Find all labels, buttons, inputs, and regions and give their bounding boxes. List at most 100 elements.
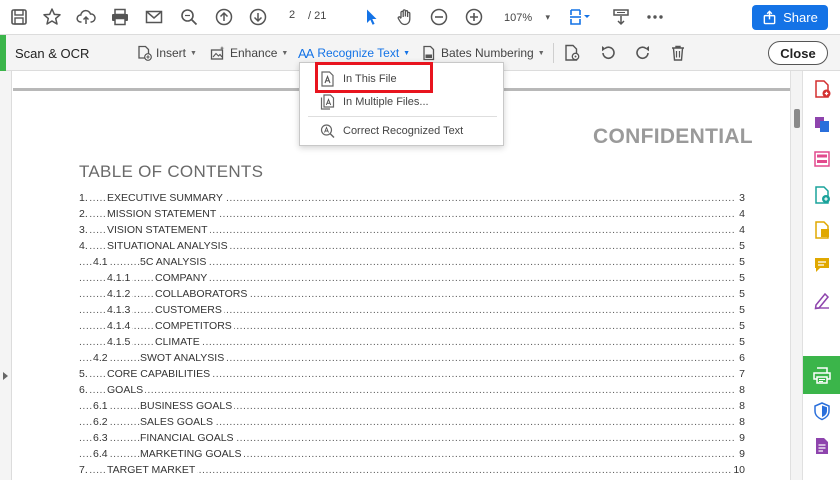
page-down-icon[interactable] <box>247 6 269 28</box>
toc-entry-page: 5 <box>737 304 745 316</box>
print-icon[interactable] <box>109 6 131 28</box>
toc-entry-number: 4.1.1 <box>107 272 133 284</box>
toc-entry-page: 5 <box>737 272 745 284</box>
toc-entry-title: SWOT ANALYSIS <box>140 352 227 364</box>
hand-icon[interactable] <box>394 6 416 28</box>
toc-entry-page: 8 <box>737 416 745 428</box>
organize-pages-icon[interactable] <box>811 113 833 135</box>
vertical-scrollbar[interactable] <box>790 71 802 480</box>
chevron-down-icon: ▼ <box>281 49 289 57</box>
insert-page-icon <box>138 45 152 61</box>
toc-entry-page: 4 <box>737 224 745 236</box>
insert-label: Insert <box>156 46 187 60</box>
scrollbar-thumb[interactable] <box>794 109 800 128</box>
toc-entry[interactable]: ........................................… <box>79 416 745 430</box>
chevron-down-icon: ▾ <box>545 12 550 22</box>
toc-entry[interactable]: ........................................… <box>79 336 745 350</box>
toc-entry[interactable]: ........................................… <box>79 432 745 446</box>
share-label: Share <box>783 10 818 25</box>
toc-entry-number: 6.4 <box>93 448 110 460</box>
create-pdf-icon[interactable] <box>811 184 833 206</box>
toc-entry-title: MISSION STATEMENT <box>107 208 219 220</box>
toc-entry-number: 5. <box>79 368 90 380</box>
toc-entry-number: 4.2 <box>93 352 110 364</box>
cloud-upload-icon[interactable] <box>75 6 97 28</box>
toc-entry[interactable]: ........................................… <box>79 192 745 206</box>
toc-entry-page: 5 <box>737 320 745 332</box>
toc-title: TABLE OF CONTENTS <box>79 162 264 181</box>
toc-entry[interactable]: ........................................… <box>79 320 745 334</box>
toc-entry[interactable]: ........................................… <box>79 352 745 366</box>
edit-pdf-icon[interactable] <box>811 148 833 170</box>
toc-entry-page: 3 <box>737 192 745 204</box>
scan-ocr-icon[interactable] <box>811 364 833 386</box>
bates-numbering-menu[interactable]: Bates Numbering ▼ <box>421 44 545 62</box>
toc-entry[interactable]: ........................................… <box>79 464 745 478</box>
more-icon[interactable] <box>644 6 666 28</box>
rotate-left-icon[interactable] <box>598 43 618 63</box>
page-number-input[interactable]: 2 <box>281 9 303 26</box>
chevron-down-icon: ▼ <box>403 49 411 57</box>
zoom-select[interactable]: 107% ▾ <box>496 8 554 27</box>
enhance-label: Enhance <box>230 46 278 60</box>
close-button[interactable]: Close <box>768 41 828 65</box>
toc-entry[interactable]: ........................................… <box>79 400 745 414</box>
toc-entry-page: 9 <box>737 432 745 444</box>
rotate-right-icon[interactable] <box>633 43 653 63</box>
search-icon[interactable] <box>178 6 200 28</box>
share-button[interactable]: Share <box>752 5 828 30</box>
toc-entry-number: 6. <box>79 384 90 396</box>
toc-entry[interactable]: ........................................… <box>79 272 745 286</box>
recognize-text-icon: AA <box>298 45 314 61</box>
toc-entry-page: 5 <box>737 288 745 300</box>
toc-entry-title: 5C ANALYSIS <box>140 256 209 268</box>
select-cursor-icon[interactable] <box>360 6 382 28</box>
recognize-text-label: Recognize Text <box>317 46 400 60</box>
toc-entry[interactable]: ........................................… <box>79 448 745 462</box>
toc-entry[interactable]: ........................................… <box>79 288 745 302</box>
toc-entry[interactable]: ........................................… <box>79 224 745 238</box>
toc-entry-title: SITUATIONAL ANALYSIS <box>107 240 230 252</box>
expand-left-panel-icon[interactable] <box>3 372 8 380</box>
scroll-mode-icon[interactable] <box>610 6 632 28</box>
zoom-in-icon[interactable] <box>463 6 485 28</box>
toolbar-divider <box>553 43 554 63</box>
email-icon[interactable] <box>143 6 165 28</box>
toc-entry-page: 8 <box>737 400 745 412</box>
toc-entry[interactable]: ........................................… <box>79 240 745 254</box>
zoom-out-icon[interactable] <box>428 6 450 28</box>
toc-entry-page: 5 <box>737 336 745 348</box>
export-pdf-icon[interactable] <box>811 78 833 100</box>
more-tools-icon[interactable] <box>811 435 833 457</box>
fill-sign-icon[interactable] <box>811 219 833 241</box>
toc-entry[interactable]: ........................................… <box>79 304 745 318</box>
save-icon[interactable] <box>8 6 30 28</box>
toc-entry-page: 5 <box>737 256 745 268</box>
page-settings-icon[interactable] <box>562 43 582 63</box>
toc-entry-page: 6 <box>737 352 745 364</box>
request-signature-icon[interactable] <box>811 289 833 311</box>
toc-entry-number: 4. <box>79 240 90 252</box>
menu-item-in-multiple-files[interactable]: In Multiple Files... <box>300 91 503 113</box>
fit-page-icon[interactable] <box>566 6 594 28</box>
page-up-icon[interactable] <box>213 6 235 28</box>
bates-numbering-icon <box>423 45 435 61</box>
recognize-text-menu[interactable]: AA Recognize Text ▼ <box>298 44 410 62</box>
toc-entry-number: 6.3 <box>93 432 110 444</box>
toc-entry[interactable]: ........................................… <box>79 208 745 222</box>
protect-icon[interactable] <box>811 400 833 422</box>
menu-item-correct-recognized-text[interactable]: Correct Recognized Text <box>300 120 503 142</box>
toc-entry-title: COMPETITORS <box>155 320 234 332</box>
toc-entry[interactable]: ........................................… <box>79 368 745 382</box>
toc-entry-number: 4.1.5 <box>107 336 133 348</box>
comment-icon[interactable] <box>811 254 833 276</box>
zoom-value: 107% <box>504 11 533 24</box>
correct-text-icon <box>320 124 335 139</box>
toc-entry-title: TARGET MARKET <box>107 464 198 476</box>
toc-entry[interactable]: ........................................… <box>79 384 745 398</box>
insert-menu[interactable]: Insert ▼ <box>136 44 197 62</box>
delete-icon[interactable] <box>668 43 688 63</box>
enhance-menu[interactable]: Enhance ▼ <box>210 44 288 62</box>
toc-entry[interactable]: ........................................… <box>79 256 745 270</box>
star-icon[interactable] <box>41 6 63 28</box>
